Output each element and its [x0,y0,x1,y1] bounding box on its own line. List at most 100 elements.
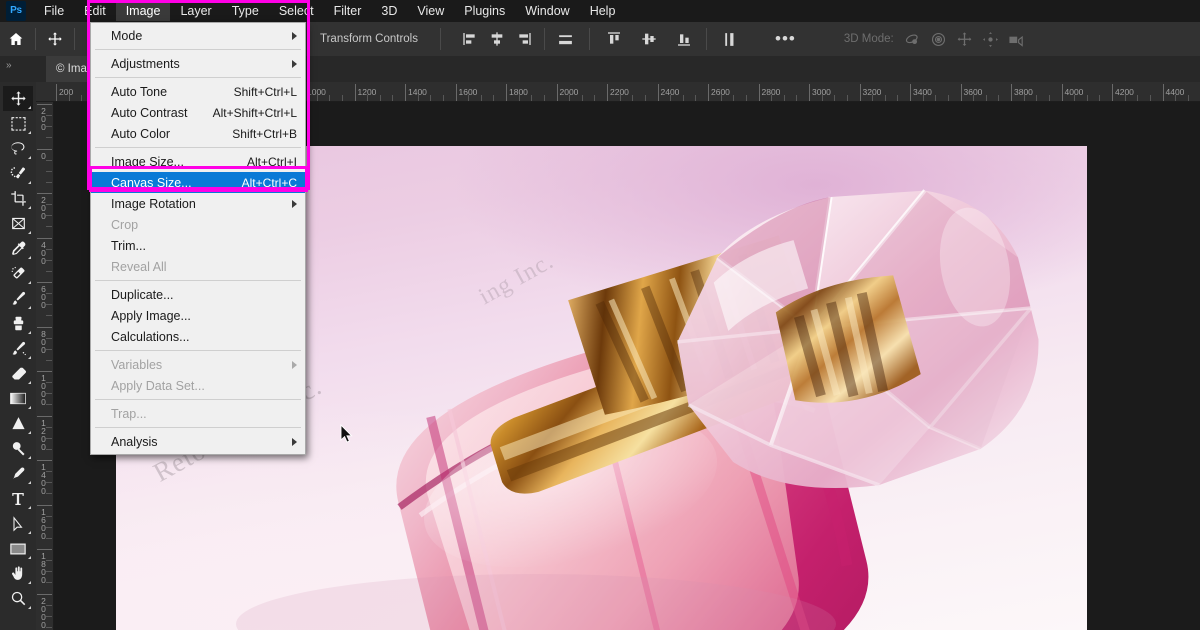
ruler-minor-tick [923,95,924,101]
blur-tool[interactable] [3,411,33,436]
spot-healing-brush-tool[interactable] [3,261,33,286]
quick-selection-tool[interactable] [3,161,33,186]
ruler-minor-tick [973,95,974,101]
clone-stamp-tool[interactable] [3,311,33,336]
brush-tool[interactable] [3,286,33,311]
align-right-edges-icon[interactable] [512,27,536,51]
menu-item-apply-image[interactable]: Apply Image... [91,305,305,326]
menu-item-apply-data-set[interactable]: Apply Data Set... [91,375,305,396]
ruler-tick [809,84,810,101]
rectangular-marquee-tool[interactable] [3,111,33,136]
home-icon[interactable] [0,23,32,55]
menu-image[interactable]: Image [116,1,171,21]
menu-item-image-size[interactable]: Image Size...Alt+Ctrl+I [91,151,305,172]
type-tool[interactable] [3,486,33,511]
menu-item-label: Trim... [111,239,146,253]
align-horizontal-centers-icon[interactable] [485,27,509,51]
menu-item-image-rotation[interactable]: Image Rotation [91,193,305,214]
menu-window[interactable]: Window [515,1,579,21]
more-options-icon[interactable]: ••• [769,29,802,49]
menu-view[interactable]: View [407,1,454,21]
ruler-minor-tick [784,95,785,101]
menu-item-trap[interactable]: Trap... [91,403,305,424]
hand-tool[interactable] [3,561,33,586]
ruler-minor-tick [392,95,393,101]
menu-filter[interactable]: Filter [324,1,372,21]
ruler-minor-tick [721,95,722,101]
dodge-tool[interactable] [3,436,33,461]
pen-tool[interactable] [3,461,33,486]
menu-item-auto-color[interactable]: Auto ColorShift+Ctrl+B [91,123,305,144]
ruler-tick [658,84,659,101]
menu-file[interactable]: File [34,1,74,21]
transform-controls-label: Transform Controls [320,33,418,45]
align-bottom-edges-icon[interactable] [672,27,696,51]
ruler-minor-tick [733,95,734,101]
menu-separator [95,427,301,428]
menu-item-trim[interactable]: Trim... [91,235,305,256]
zoom-tool[interactable] [3,586,33,611]
menu-item-analysis[interactable]: Analysis [91,431,305,452]
image-menu-dropdown[interactable]: ModeAdjustmentsAuto ToneShift+Ctrl+LAuto… [90,22,306,455]
lasso-tool[interactable] [3,136,33,161]
menu-item-variables[interactable]: Variables [91,354,305,375]
menu-item-auto-tone[interactable]: Auto ToneShift+Ctrl+L [91,81,305,102]
eyedropper-tool[interactable] [3,236,33,261]
ruler-minor-tick [493,95,494,101]
align-horizontal-group [458,27,536,51]
menu-separator [95,350,301,351]
menu-3d[interactable]: 3D [371,1,407,21]
align-left-edges-icon[interactable] [458,27,482,51]
tools-panel[interactable] [0,82,36,630]
pan-3d-icon[interactable] [952,27,978,51]
menu-item-label: Apply Data Set... [111,379,205,393]
distribute-vertically-icon[interactable] [717,27,741,51]
menu-item-duplicate[interactable]: Duplicate... [91,284,305,305]
collapse-panels-icon[interactable]: » [6,60,11,71]
menu-separator [95,280,301,281]
gradient-tool[interactable] [3,386,33,411]
ruler-minor-tick [46,315,52,316]
slide-3d-icon[interactable] [978,27,1004,51]
move-tool[interactable] [3,86,33,111]
move-tool-icon[interactable] [39,23,71,55]
menu-item-canvas-size[interactable]: Canvas Size...Alt+Ctrl+C [91,172,305,193]
distribute-horizontally-icon[interactable] [553,27,577,51]
path-selection-tool[interactable] [3,511,33,536]
eraser-tool[interactable] [3,361,33,386]
menu-item-shortcut: Shift+Ctrl+B [218,127,297,141]
menu-item-label: Mode [111,29,142,43]
menu-help[interactable]: Help [580,1,626,21]
align-vertical-centers-icon[interactable] [637,27,661,51]
menu-item-reveal-all[interactable]: Reveal All [91,256,305,277]
ruler-label: 1400 [39,463,48,495]
vertical-ruler[interactable]: 2000200400600800100012001400160018002000 [36,102,54,630]
orbit-3d-icon[interactable] [900,27,926,51]
menu-plugins[interactable]: Plugins [454,1,515,21]
zoom-3d-camera-icon[interactable] [1004,27,1030,51]
align-top-edges-icon[interactable] [602,27,626,51]
frame-tool[interactable] [3,211,33,236]
menu-item-crop[interactable]: Crop [91,214,305,235]
ruler-minor-tick [46,137,52,138]
rectangle-tool[interactable] [3,536,33,561]
ruler-minor-tick [46,126,52,127]
ruler-tick [37,460,52,461]
ruler-minor-tick [46,616,52,617]
ruler-minor-tick [519,95,520,101]
menu-select[interactable]: Select [269,1,324,21]
ruler-minor-tick [46,493,52,494]
ruler-minor-tick [46,171,52,172]
menu-item-calculations[interactable]: Calculations... [91,326,305,347]
ruler-tick [405,84,406,101]
menu-edit[interactable]: Edit [74,1,116,21]
menu-item-mode[interactable]: Mode [91,25,305,46]
menu-layer[interactable]: Layer [170,1,221,21]
submenu-arrow-icon [292,32,297,40]
menu-item-adjustments[interactable]: Adjustments [91,53,305,74]
crop-tool[interactable] [3,186,33,211]
history-brush-tool[interactable] [3,336,33,361]
menu-item-auto-contrast[interactable]: Auto ContrastAlt+Shift+Ctrl+L [91,102,305,123]
roll-3d-icon[interactable] [926,27,952,51]
menu-type[interactable]: Type [222,1,269,21]
